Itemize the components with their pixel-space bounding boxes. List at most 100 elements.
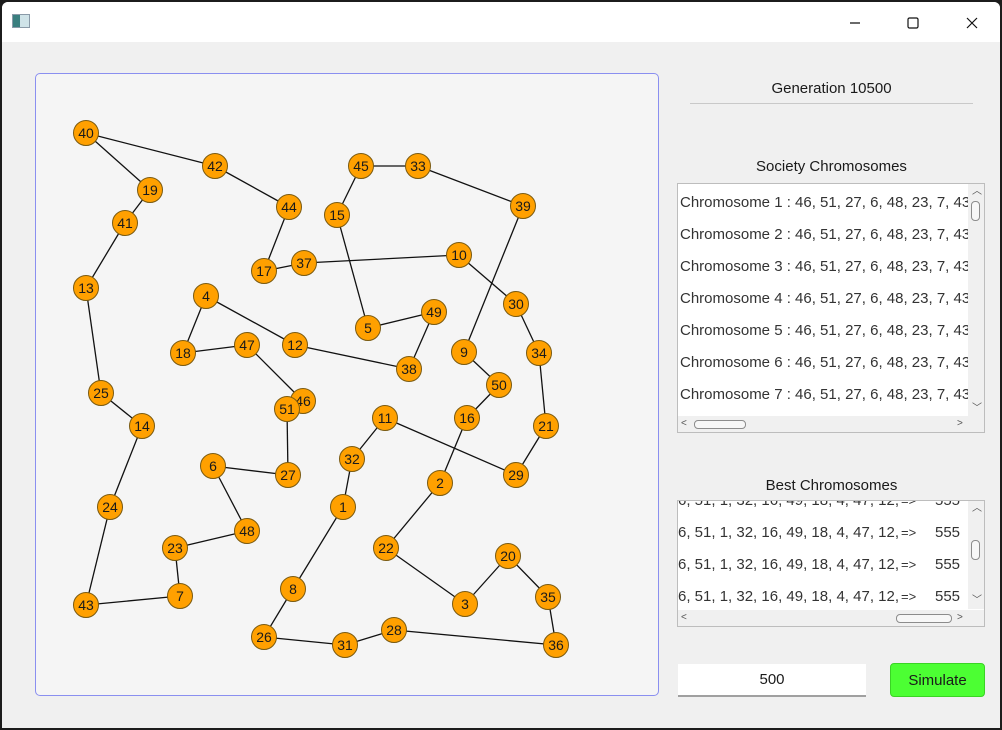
city-node-40[interactable]: 40 <box>73 120 99 146</box>
city-node-22[interactable]: 22 <box>373 535 399 561</box>
city-node-24[interactable]: 24 <box>97 494 123 520</box>
city-node-37[interactable]: 37 <box>291 250 317 276</box>
city-node-label: 21 <box>538 418 554 434</box>
city-node-47[interactable]: 47 <box>234 332 260 358</box>
city-node-19[interactable]: 19 <box>137 177 163 203</box>
city-node-50[interactable]: 50 <box>486 372 512 398</box>
close-button[interactable] <box>949 8 995 38</box>
society-row[interactable]: Chromosome 5 : 46, 51, 27, 6, 48, 23, 7,… <box>680 315 974 347</box>
city-node-27[interactable]: 27 <box>275 462 301 488</box>
city-node-label: 38 <box>401 361 417 377</box>
scroll-right-icon[interactable]: > <box>957 613 963 623</box>
city-node-16[interactable]: 16 <box>454 405 480 431</box>
city-node-31[interactable]: 31 <box>332 632 358 658</box>
city-node-38[interactable]: 38 <box>396 356 422 382</box>
city-node-36[interactable]: 36 <box>543 632 569 658</box>
best-vscroll-thumb[interactable] <box>971 540 980 560</box>
city-node-label: 12 <box>287 337 303 353</box>
maximize-button[interactable] <box>890 8 936 38</box>
city-node-3[interactable]: 3 <box>452 591 478 617</box>
simulate-button[interactable]: Simulate <box>890 663 985 697</box>
society-horizontal-scrollbar[interactable]: < > <box>678 416 984 432</box>
city-node-45[interactable]: 45 <box>348 153 374 179</box>
city-node-label: 50 <box>491 377 507 393</box>
city-node-26[interactable]: 26 <box>251 624 277 650</box>
best-vertical-scrollbar[interactable]: ︿ ﹀ <box>968 501 984 609</box>
scroll-up-icon[interactable]: ︿ <box>972 504 982 514</box>
city-node-11[interactable]: 11 <box>372 405 398 431</box>
society-vertical-scrollbar[interactable]: ︿ ﹀ <box>968 184 984 416</box>
best-horizontal-scrollbar[interactable]: < > <box>678 610 984 626</box>
best-hscroll-thumb[interactable] <box>896 614 952 623</box>
city-node-10[interactable]: 10 <box>446 242 472 268</box>
city-node-20[interactable]: 20 <box>495 543 521 569</box>
city-node-label: 25 <box>93 385 109 401</box>
city-node-label: 22 <box>378 540 394 556</box>
city-node-17[interactable]: 17 <box>251 258 277 284</box>
city-node-39[interactable]: 39 <box>510 193 536 219</box>
city-node-34[interactable]: 34 <box>526 340 552 366</box>
city-node-18[interactable]: 18 <box>170 340 196 366</box>
city-node-label: 47 <box>239 337 255 353</box>
city-node-4[interactable]: 4 <box>193 283 219 309</box>
city-node-51[interactable]: 51 <box>274 396 300 422</box>
city-node-28[interactable]: 28 <box>381 617 407 643</box>
society-row[interactable]: Chromosome 1 : 46, 51, 27, 6, 48, 23, 7,… <box>680 187 974 219</box>
city-node-35[interactable]: 35 <box>535 584 561 610</box>
city-node-25[interactable]: 25 <box>88 380 114 406</box>
city-node-12[interactable]: 12 <box>282 332 308 358</box>
scroll-down-icon[interactable]: ﹀ <box>972 404 982 414</box>
tsp-canvas[interactable]: 1 2 3 4 5 6 7 8 9 10 11 12 13 14 15 16 17 18 19 20 21 22 23 24 2… <box>35 73 659 696</box>
city-node-9[interactable]: 9 <box>451 339 477 365</box>
city-node-15[interactable]: 15 <box>324 202 350 228</box>
route-edge-1-8 <box>292 506 344 590</box>
society-list[interactable]: Chromosome 1 : 46, 51, 27, 6, 48, 23, 7,… <box>677 183 985 433</box>
route-edge-28-36 <box>393 629 557 646</box>
city-node-label: 40 <box>78 125 94 141</box>
city-node-23[interactable]: 23 <box>162 535 188 561</box>
city-node-48[interactable]: 48 <box>234 518 260 544</box>
city-node-14[interactable]: 14 <box>129 413 155 439</box>
city-node-41[interactable]: 41 <box>112 210 138 236</box>
city-node-33[interactable]: 33 <box>405 153 431 179</box>
city-node-label: 7 <box>176 588 184 604</box>
scroll-left-icon[interactable]: < <box>681 613 687 623</box>
city-node-7[interactable]: 7 <box>167 583 193 609</box>
best-row-arrow: => <box>901 557 917 572</box>
city-node-1[interactable]: 1 <box>330 494 356 520</box>
city-node-label: 30 <box>508 296 524 312</box>
city-node-43[interactable]: 43 <box>73 592 99 618</box>
city-node-21[interactable]: 21 <box>533 413 559 439</box>
best-list[interactable]: 6, 51, 1, 32, 16, 49, 18, 4, 47, 12, => 55… <box>677 500 985 627</box>
society-title: Society Chromosomes <box>756 158 907 175</box>
population-input[interactable] <box>678 664 866 697</box>
city-node-6[interactable]: 6 <box>200 453 226 479</box>
city-node-label: 10 <box>451 247 467 263</box>
city-node-30[interactable]: 30 <box>503 291 529 317</box>
scroll-down-icon[interactable]: ﹀ <box>972 596 982 606</box>
scroll-up-icon[interactable]: ︿ <box>972 187 982 197</box>
city-node-8[interactable]: 8 <box>280 576 306 602</box>
society-row[interactable]: Chromosome 4 : 46, 51, 27, 6, 48, 23, 7,… <box>680 283 974 315</box>
route-edge-38-12 <box>294 344 410 370</box>
city-node-42[interactable]: 42 <box>202 153 228 179</box>
society-row[interactable]: Chromosome 3 : 46, 51, 27, 6, 48, 23, 7,… <box>680 251 974 283</box>
city-node-49[interactable]: 49 <box>421 299 447 325</box>
city-node-29[interactable]: 29 <box>503 462 529 488</box>
best-row-path: 6, 51, 1, 32, 16, 49, 18, 4, 47, 12, <box>678 500 900 509</box>
society-row[interactable]: Chromosome 6 : 46, 51, 27, 6, 48, 23, 7,… <box>680 347 974 379</box>
minimize-icon <box>850 22 860 24</box>
city-node-2[interactable]: 2 <box>427 470 453 496</box>
society-row[interactable]: Chromosome 2 : 46, 51, 27, 6, 48, 23, 7,… <box>680 219 974 251</box>
scroll-right-icon[interactable]: > <box>957 419 963 429</box>
society-vscroll-thumb[interactable] <box>971 201 980 221</box>
city-node-label: 44 <box>281 199 297 215</box>
society-hscroll-thumb[interactable] <box>694 420 746 429</box>
city-node-44[interactable]: 44 <box>276 194 302 220</box>
city-node-13[interactable]: 13 <box>73 275 99 301</box>
minimize-button[interactable] <box>832 8 878 38</box>
scroll-left-icon[interactable]: < <box>681 419 687 429</box>
society-row[interactable]: Chromosome 7 : 46, 51, 27, 6, 48, 23, 7,… <box>680 379 974 411</box>
city-node-32[interactable]: 32 <box>339 446 365 472</box>
city-node-5[interactable]: 5 <box>355 315 381 341</box>
